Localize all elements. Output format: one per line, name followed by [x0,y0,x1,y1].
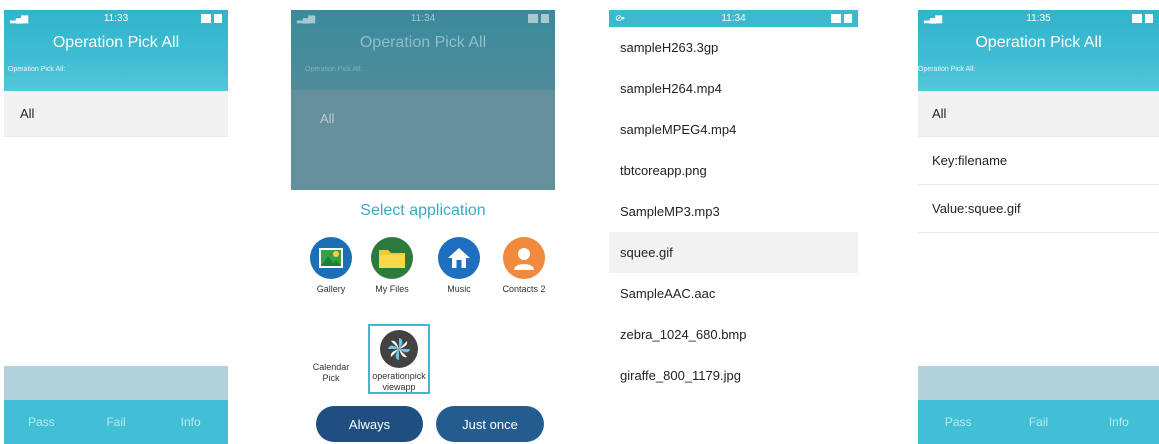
app-contacts-2[interactable]: Contacts 2 [494,237,554,295]
bottom-strip [4,366,228,400]
file-item[interactable]: SampleAAC.aac [609,273,858,314]
app-calendar-pick[interactable]: Calendar Pick [301,362,361,384]
status-time: 11:34 [721,13,746,24]
app-music[interactable]: Music [429,237,489,295]
status-bar: ▂▄▆ 11:34 [291,10,555,27]
file-item[interactable]: sampleH264.mp4 [609,68,858,109]
list-item-all: All [291,90,555,190]
screen-2: ▂▄▆ 11:34 Operation Pick All Operation P… [291,10,555,444]
page-title: Operation Pick All [359,34,487,51]
status-time: 11:33 [103,13,129,24]
page-title: Operation Pick All [975,34,1102,51]
contacts-icon [503,237,545,279]
list-item-value[interactable]: Value:squee.gif [918,185,1159,233]
status-bar: ▂▄▆ 11:33 [4,10,228,27]
list-item-label: All [320,111,335,126]
status-bar: ⊘▪ 11:34 [609,10,858,27]
screen-4: ▂▄▆ 11:35 Operation Pick All Operation P… [918,10,1159,444]
status-time: 11:34 [410,13,436,24]
pass-button[interactable]: Pass [4,415,78,429]
folder-icon [371,237,413,279]
list-item-key[interactable]: Key:filename [918,137,1159,185]
file-item-selected[interactable]: squee.gif [609,232,858,273]
app-header: ▂▄▆ 11:33 Operation Pick All Operation P… [4,10,228,91]
info-button[interactable]: Info [1079,415,1159,429]
status-time: 11:35 [1026,13,1051,24]
pass-button[interactable]: Pass [918,415,998,429]
fail-button[interactable]: Fail [999,415,1079,429]
status-bar: ▂▄▆ 11:35 [918,10,1159,27]
bottom-bar: Pass Fail Info [4,400,228,444]
list-item-label: All [20,106,35,121]
app-my-files[interactable]: My Files [362,237,422,295]
app-header: ▂▄▆ 11:35 Operation Pick All Operation P… [918,10,1159,91]
pinwheel-icon [380,330,418,368]
info-button[interactable]: Info [154,415,228,429]
file-item[interactable]: sampleH263.3gp [609,27,858,68]
page-subtitle: Operation Pick All: [305,66,363,73]
page-subtitle: Operation Pick All: [918,66,976,73]
screen-3: ⊘▪ 11:34 sampleH263.3gp sampleH264.mp4 s… [609,10,858,404]
page-title: Operation Pick All [52,34,180,51]
file-item[interactable]: SampleMP3.mp3 [609,191,858,232]
music-home-icon [438,237,480,279]
app-gallery[interactable]: Gallery [301,237,361,295]
list-item-all[interactable]: All [918,91,1159,137]
sheet-title: Select application [360,202,486,219]
file-item[interactable]: sampleMPEG4.mp4 [609,109,858,150]
screen-1: ▂▄▆ 11:33 Operation Pick All Operation P… [4,10,228,444]
fail-button[interactable]: Fail [79,415,153,429]
dimmed-background: ▂▄▆ 11:34 Operation Pick All Operation P… [291,10,555,190]
bottom-bar: Pass Fail Info [918,400,1159,444]
app-operationpickviewapp[interactable]: operationpickviewapp [368,324,430,394]
always-button[interactable]: Always [316,406,423,442]
file-item[interactable]: tbtcoreapp.png [609,150,858,191]
bottom-strip [918,366,1159,400]
file-item[interactable]: giraffe_800_1179.jpg [609,355,858,396]
page-subtitle: Operation Pick All: [8,66,66,73]
just-once-button[interactable]: Just once [436,406,544,442]
list-item-all[interactable]: All [4,91,228,137]
gallery-icon [310,237,352,279]
file-item[interactable]: zebra_1024_680.bmp [609,314,858,355]
